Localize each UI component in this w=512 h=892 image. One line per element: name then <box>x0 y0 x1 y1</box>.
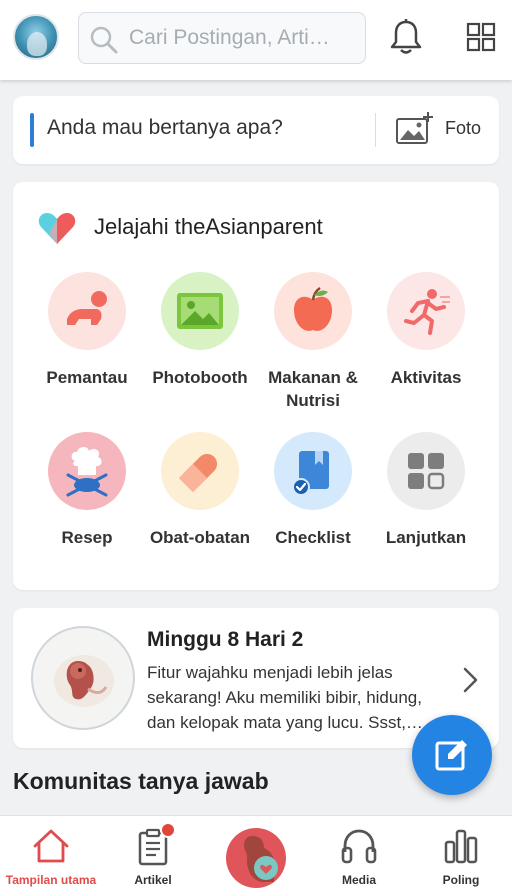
nav-articles-label: Artikel <box>134 873 172 887</box>
tile-resep-label: Resep <box>61 528 113 547</box>
fetus-image <box>31 626 135 730</box>
tile-lanjutkan[interactable]: Lanjutkan <box>371 432 481 549</box>
tile-photobooth-label: Photobooth <box>152 368 248 387</box>
tile-lanjutkan-circle <box>387 432 465 510</box>
fetus-icon <box>54 655 114 707</box>
tile-aktivitas-circle <box>387 272 465 350</box>
pregnancy-week-description: Fitur wajahku menjadi lebih jelas sekara… <box>147 663 423 732</box>
compose-button[interactable] <box>412 715 492 795</box>
checklist-icon <box>292 451 329 495</box>
tile-obat[interactable]: Obat-obatan <box>145 432 255 549</box>
section-title-community: Komunitas tanya jawab <box>13 768 269 794</box>
tile-pemantau-label: Pemantau <box>46 368 128 387</box>
nav-home[interactable]: Tampilan utama <box>0 816 102 892</box>
add-photo-button[interactable]: Foto <box>395 110 491 150</box>
bell-icon[interactable] <box>388 18 424 56</box>
pregnancy-week-title: Minggu 8 Hari 2 <box>147 628 304 651</box>
running-icon <box>404 289 450 335</box>
tile-lanjutkan-label: Lanjutkan <box>385 528 467 547</box>
edit-icon <box>435 740 467 771</box>
add-photo-icon <box>396 112 433 144</box>
grid-icon <box>408 453 445 490</box>
tile-resep-circle <box>48 432 126 510</box>
tile-makanan[interactable]: Makanan & Nutrisi <box>258 272 368 412</box>
top-bar <box>0 0 512 80</box>
explore-card: Jelajahi theAsianparent Pemantau Photobo… <box>13 182 499 590</box>
chevron-right-icon[interactable] <box>461 666 481 694</box>
tile-checklist[interactable]: Checklist <box>258 432 368 549</box>
search-input[interactable] <box>129 21 357 55</box>
tile-makanan-label: Makanan & Nutrisi <box>268 368 358 410</box>
tile-photobooth-circle <box>161 272 239 350</box>
cursor-bar <box>30 113 34 147</box>
nav-media-label: Media <box>341 873 376 887</box>
chef-icon <box>66 446 108 497</box>
pill-icon <box>178 453 218 493</box>
tile-photobooth[interactable]: Photobooth <box>145 272 255 389</box>
ask-question-prompt[interactable]: Anda mau bertanya apa? <box>47 116 283 140</box>
apple-icon <box>294 286 332 331</box>
tap-heart-logo-icon <box>38 213 76 244</box>
bottom-nav: Tampilan utama Artikel Media Poling <box>0 815 512 892</box>
nav-pregnancy-button[interactable] <box>226 828 286 888</box>
image-icon <box>177 293 223 329</box>
nav-articles[interactable]: Artikel <box>102 816 204 892</box>
pregnant-mother-icon <box>244 836 278 882</box>
user-avatar[interactable] <box>13 14 59 60</box>
tile-pemantau-circle <box>48 272 126 350</box>
nav-poll[interactable]: Poling <box>410 816 512 892</box>
tile-aktivitas[interactable]: Aktivitas <box>371 272 481 389</box>
headphones-icon <box>341 829 377 864</box>
divider <box>375 113 376 147</box>
grid-menu-icon[interactable] <box>466 22 496 52</box>
explore-title: Jelajahi theAsianparent <box>94 214 323 239</box>
nav-poll-label: Poling <box>442 873 480 887</box>
tile-makanan-circle <box>274 272 352 350</box>
bar-chart-icon <box>444 829 478 864</box>
notification-badge <box>160 822 176 838</box>
search-icon <box>90 26 118 54</box>
tile-checklist-circle <box>274 432 352 510</box>
ask-question-card[interactable]: Anda mau bertanya apa? Foto <box>13 96 499 164</box>
home-icon <box>33 829 69 863</box>
nav-media[interactable]: Media <box>308 816 410 892</box>
baby-crawl-icon <box>67 291 107 325</box>
nav-home-label: Tampilan utama <box>5 873 97 887</box>
tile-pemantau[interactable]: Pemantau <box>32 272 142 389</box>
photo-label: Foto <box>445 118 482 138</box>
tile-resep[interactable]: Resep <box>32 432 142 549</box>
tile-obat-circle <box>161 432 239 510</box>
tile-checklist-label: Checklist <box>275 528 351 547</box>
tile-aktivitas-label: Aktivitas <box>390 368 462 387</box>
search-box[interactable] <box>78 12 366 64</box>
tile-obat-label: Obat-obatan <box>149 528 251 547</box>
